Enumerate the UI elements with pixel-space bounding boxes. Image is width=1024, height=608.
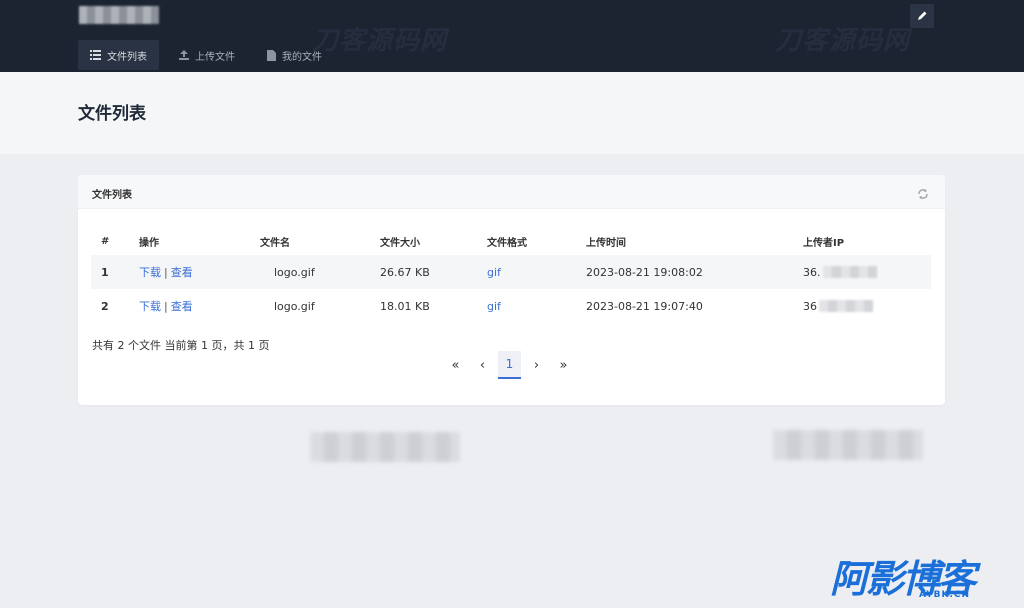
column-header-size: 文件大小 [380,237,420,249]
file-name: logo.gif [274,299,315,313]
row-actions: 下载 | 查看 [139,289,260,323]
nav-item-label: 我的文件 [282,51,322,63]
download-link[interactable]: 下载 [139,300,161,313]
site-logo[interactable] [79,6,159,24]
file-name: logo.gif [274,265,315,279]
view-link[interactable]: 查看 [171,300,193,313]
download-link[interactable]: 下载 [139,266,161,279]
list-icon [90,50,101,60]
card-title: 文件列表 [92,190,132,201]
redacted-ip [822,266,877,278]
last-page-button[interactable]: » [552,351,575,379]
file-format: gif [487,265,501,279]
page-button-current[interactable]: 1 [498,351,521,379]
action-separator: | [164,300,168,313]
row-index: 1 [101,265,109,279]
nav-my-files[interactable]: 我的文件 [255,40,334,70]
column-header-format: 文件格式 [487,237,527,249]
table-header-row: # 操作 文件名 文件大小 文件格式 上传时间 上传者IP [91,227,931,255]
pen-icon [918,11,927,20]
blurred-footer-text [773,430,923,460]
column-header-actions: 操作 [139,237,159,249]
table-row: 1 下载 | 查看 logo.gif 26.67 KB gif 2023-08-21… [91,255,931,289]
nav-item-label: 上传文件 [195,51,235,63]
redacted-ip [819,300,873,312]
upload-time: 2023-08-21 19:07:40 [586,299,703,313]
view-link[interactable]: 查看 [171,266,193,279]
uploader-ip-text: 36 [803,299,817,313]
file-icon [267,49,276,61]
uploader-ip: 36. [803,255,931,289]
card-header: 文件列表 [78,175,945,209]
prev-page-button[interactable]: ‹ [471,351,494,379]
page-title: 文件列表 [78,104,146,124]
watermark-text: 刀客源码网 [775,26,911,56]
main-nav: 文件列表 上传文件 我的文件 [78,40,342,70]
theme-edit-button[interactable] [910,4,934,28]
file-format: gif [487,299,501,313]
file-size: 18.01 KB [380,299,430,313]
uploader-ip-text: 36. [803,265,821,279]
pagination-summary: 共有 2 个文件 当前第 1 页，共 1 页 [92,339,270,352]
upload-icon [179,50,189,60]
nav-file-list[interactable]: 文件列表 [78,40,159,70]
column-header-index: # [101,235,110,247]
nav-upload-file[interactable]: 上传文件 [167,40,247,70]
page-header: 文件列表 [0,72,1024,154]
refresh-icon [918,189,928,199]
blurred-footer-text [310,432,460,462]
upload-time: 2023-08-21 19:08:02 [586,265,703,279]
file-size: 26.67 KB [380,265,430,279]
watermark-logo: 阿影博客 AYBK.CN [830,560,976,600]
watermark-small-text: AYBK.CN [919,590,971,600]
row-actions: 下载 | 查看 [139,255,260,289]
first-page-button[interactable]: « [444,351,467,379]
uploader-ip: 36 [803,289,931,323]
column-header-filename: 文件名 [260,237,290,249]
pagination: « ‹ 1 › » [444,351,575,379]
file-table: # 操作 文件名 文件大小 文件格式 上传时间 上传者IP 1 下载 | 查看 lo… [91,227,931,323]
table-row: 2 下载 | 查看 logo.gif 18.01 KB gif 2023-08-21… [91,289,931,323]
refresh-button[interactable] [917,185,929,204]
column-header-time: 上传时间 [586,237,626,249]
file-list-card: 文件列表 # 操作 文件名 文件大小 文件格式 上传时间 上传者IP 1 下载 … [78,175,945,405]
top-navbar: 刀客源码网 刀客源码网 文件列表 上传文件 我的文件 [0,0,1024,72]
nav-item-label: 文件列表 [107,51,147,63]
row-index: 2 [101,299,109,313]
action-separator: | [164,266,168,279]
column-header-ip: 上传者IP [803,237,845,249]
next-page-button[interactable]: › [525,351,548,379]
